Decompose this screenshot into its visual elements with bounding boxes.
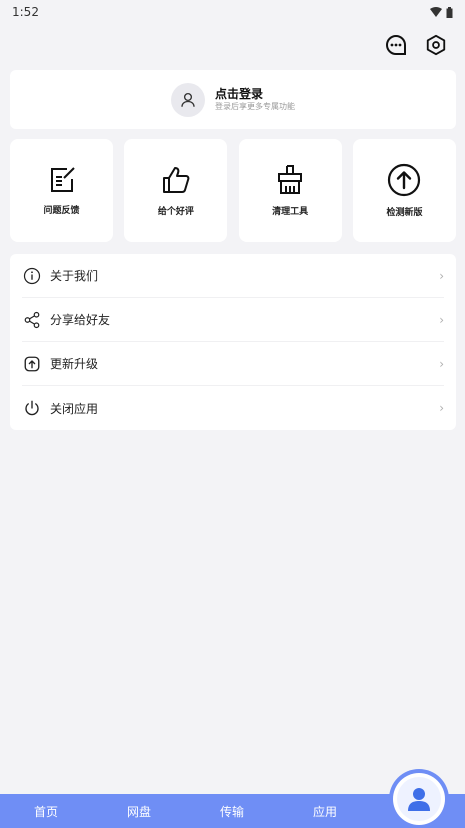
settings-menu: 关于我们 › 分享给好友 › 更新升级 › 关闭应用 › — [10, 254, 456, 430]
tool-feedback[interactable]: 问题反馈 — [10, 139, 113, 242]
settings-hex-icon — [426, 34, 446, 56]
avatar — [171, 82, 205, 117]
chevron-right-icon: › — [439, 312, 444, 327]
robot-chat-icon — [386, 35, 406, 55]
tool-label: 给个好评 — [157, 207, 194, 217]
top-actions — [383, 32, 449, 58]
chevron-right-icon: › — [439, 268, 444, 283]
tool-cleaner[interactable]: 清理工具 — [238, 139, 342, 242]
nav-tab-profile[interactable] — [393, 773, 445, 825]
login-card[interactable]: 点击登录 登录后享更多专属功能 — [10, 70, 456, 129]
nav-tab-cloud-drive[interactable]: 网盘 — [127, 794, 151, 828]
menu-label: 更新升级 — [50, 357, 99, 371]
user-filled-icon — [408, 788, 430, 811]
info-icon — [22, 266, 42, 286]
chevron-right-icon: › — [439, 401, 444, 415]
login-title: 点击登录 — [215, 87, 264, 101]
tool-rate[interactable]: 给个好评 — [124, 139, 228, 242]
nav-tab-transfer[interactable]: 传输 — [220, 794, 244, 828]
tool-label: 检测新版 — [386, 208, 423, 218]
menu-label: 关于我们 — [50, 269, 99, 283]
chevron-right-icon: › — [439, 356, 444, 371]
tool-check-version[interactable]: 检测新版 — [352, 139, 456, 242]
menu-item-update[interactable]: 更新升级 › — [22, 342, 444, 386]
settings-button[interactable] — [423, 32, 449, 58]
status-bar: 1:52 — [0, 0, 465, 24]
menu-item-about[interactable]: 关于我们 › — [22, 254, 444, 298]
user-icon — [181, 92, 195, 107]
edit-note-icon — [50, 167, 75, 192]
status-time: 1:52 — [12, 5, 39, 19]
nav-tab-home[interactable]: 首页 — [34, 794, 58, 828]
thumbs-up-icon — [162, 167, 190, 193]
tool-label: 问题反馈 — [43, 206, 80, 216]
power-icon — [22, 398, 42, 418]
login-subtitle: 登录后享更多专属功能 — [215, 102, 295, 111]
robot-chat-button[interactable] — [383, 32, 409, 58]
share-icon — [22, 310, 42, 330]
menu-label: 关闭应用 — [50, 401, 99, 416]
status-icons — [430, 6, 453, 18]
battery-icon — [446, 6, 453, 18]
menu-item-close-app[interactable]: 关闭应用 › — [22, 386, 444, 430]
menu-item-share[interactable]: 分享给好友 › — [22, 298, 444, 342]
upgrade-arrow-icon — [388, 163, 421, 197]
update-icon — [22, 354, 42, 374]
broom-icon — [278, 165, 303, 194]
menu-label: 分享给好友 — [50, 313, 111, 327]
nav-tab-apps[interactable]: 应用 — [313, 794, 337, 828]
tool-label: 清理工具 — [272, 207, 309, 217]
tool-grid: 问题反馈 给个好评 清理工具 检测新版 — [10, 139, 456, 242]
wifi-icon — [430, 7, 442, 17]
profile-avatar — [397, 777, 441, 821]
login-text: 点击登录 登录后享更多专属功能 — [215, 87, 295, 112]
